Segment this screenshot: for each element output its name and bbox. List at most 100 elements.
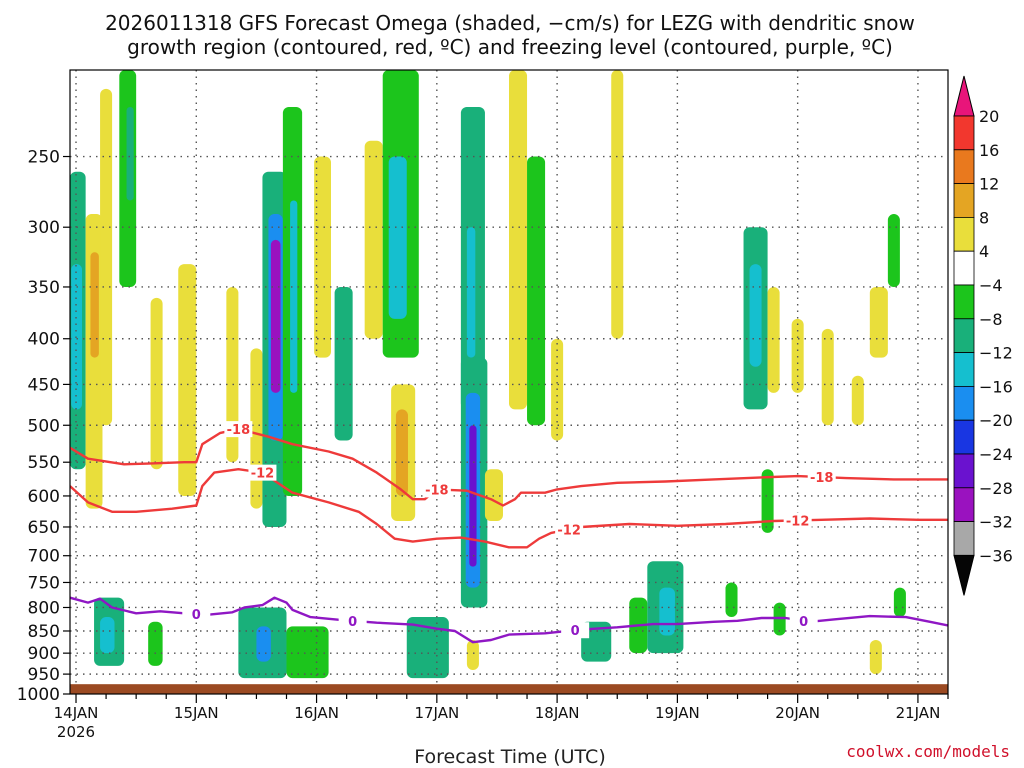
colorbar-segment xyxy=(953,521,975,556)
contour-label: 0 xyxy=(348,615,357,630)
omega-cell xyxy=(725,582,738,618)
y-tick-label: 500 xyxy=(28,416,60,436)
contour-label: 0 xyxy=(799,615,808,630)
y-tick-label: 700 xyxy=(28,547,60,567)
colorbar-label: −8 xyxy=(979,310,1003,329)
omega-cell xyxy=(509,70,528,410)
x-tick-label: 15JAN xyxy=(174,704,219,722)
omega-cell xyxy=(659,587,675,636)
omega-colorbar: 20 16 12 8 4 −4 −8 −12 −16 −20 −24 −28 −32 −36 xyxy=(953,75,1013,596)
colorbar-segment xyxy=(953,149,975,185)
contour-label: -18 xyxy=(425,483,449,498)
y-tick-label: 650 xyxy=(28,518,60,538)
omega-cell xyxy=(334,286,353,441)
colorbar-label: −20 xyxy=(979,411,1013,430)
y-tick-label: 800 xyxy=(28,598,60,618)
omega-cell xyxy=(364,140,383,339)
x-tick-sublabel: 2026 xyxy=(57,723,95,741)
contour-label: -12 xyxy=(557,523,581,538)
omega-cell xyxy=(314,156,331,358)
omega-cell xyxy=(484,469,503,521)
omega-cell xyxy=(527,156,546,426)
colorbar-label: −36 xyxy=(979,546,1013,565)
omega-cell xyxy=(851,375,864,426)
omega-cell xyxy=(256,626,271,662)
contour-label: -12 xyxy=(786,514,810,529)
x-tick-label: 18JAN xyxy=(535,704,580,722)
omega-cell xyxy=(611,70,624,339)
source-credit: coolwx.com/models xyxy=(846,742,1010,761)
colorbar-label: −16 xyxy=(979,377,1013,396)
colorbar-segment xyxy=(953,284,975,320)
contour-label: -18 xyxy=(810,471,834,486)
chart-title-line-1: 2026011318 GFS Forecast Omega (shaded, −… xyxy=(105,11,915,35)
y-tick-label: 550 xyxy=(28,453,60,473)
omega-cell xyxy=(388,156,407,319)
colorbar-bottom-arrow xyxy=(953,554,975,596)
omega-cell xyxy=(469,425,477,567)
colorbar-label: 16 xyxy=(979,141,999,160)
colorbar-label: 8 xyxy=(979,208,989,227)
colorbar-segment xyxy=(953,385,975,421)
x-tick-label: 19JAN xyxy=(655,704,700,722)
omega-cell xyxy=(791,318,804,393)
omega-cell xyxy=(767,286,780,393)
y-tick-label: 750 xyxy=(28,573,60,593)
colorbar-label: −32 xyxy=(979,513,1013,532)
y-tick-label: 900 xyxy=(28,644,60,664)
colorbar-top-arrow xyxy=(953,75,975,117)
y-tick-label: 300 xyxy=(28,218,60,238)
omega-cell xyxy=(126,106,134,201)
pressure-axis: 2503003504004505005506006507007508008509… xyxy=(17,148,70,705)
y-tick-label: 850 xyxy=(28,622,60,642)
terrain-ground xyxy=(70,684,948,694)
omega-cell xyxy=(270,239,281,393)
colorbar-segment xyxy=(953,216,975,252)
y-tick-label: 950 xyxy=(28,665,60,685)
y-tick-label: 250 xyxy=(28,148,60,168)
colorbar-segment xyxy=(953,115,975,151)
colorbar-label: 20 xyxy=(979,107,999,126)
omega-cell xyxy=(150,297,163,470)
y-tick-label: 600 xyxy=(28,487,60,507)
colorbar-segment xyxy=(953,250,975,286)
omega-cell xyxy=(869,286,888,358)
omega-cell xyxy=(100,617,115,654)
colorbar-segment xyxy=(953,419,975,455)
colorbar-segment xyxy=(953,183,975,218)
x-tick-label: 20JAN xyxy=(775,704,820,722)
omega-cell xyxy=(466,640,479,671)
omega-cell xyxy=(821,328,834,426)
omega-cell xyxy=(395,409,408,496)
x-axis-label: Forecast Time (UTC) xyxy=(414,746,605,768)
colorbar-segment xyxy=(953,352,975,387)
x-tick-label: 17JAN xyxy=(414,704,459,722)
omega-cell xyxy=(869,640,882,675)
y-tick-label: 400 xyxy=(28,330,60,350)
omega-cell xyxy=(100,88,113,426)
contour-label: 0 xyxy=(571,624,580,639)
colorbar-segment xyxy=(953,318,975,353)
colorbar-segment xyxy=(953,453,975,489)
omega-cell xyxy=(148,621,163,666)
omega-cell xyxy=(286,626,329,679)
omega-time-height-chart: 2026011318 GFS Forecast Omega (shaded, −… xyxy=(17,11,1013,768)
y-tick-label: 1000 xyxy=(17,685,60,705)
omega-cell xyxy=(290,200,298,393)
contour-label: -12 xyxy=(251,467,275,482)
x-tick-label: 16JAN xyxy=(294,704,339,722)
colorbar-label: −28 xyxy=(979,479,1013,498)
colorbar-label: 4 xyxy=(979,242,989,261)
contour-label: -18 xyxy=(227,423,251,438)
contour-label: 0 xyxy=(192,608,201,623)
y-tick-label: 350 xyxy=(28,278,60,298)
omega-cell xyxy=(90,252,99,358)
colorbar-label: 12 xyxy=(979,175,999,194)
omega-cell xyxy=(893,587,906,618)
x-tick-label: 21JAN xyxy=(896,704,941,722)
colorbar-segment xyxy=(953,487,975,522)
omega-cell xyxy=(749,264,762,367)
time-axis: 14JAN2026 15JAN 16JAN 17JAN 18JAN 19JAN 20JAN 2… xyxy=(54,694,949,741)
colorbar-label: −12 xyxy=(979,344,1013,363)
colorbar-label: −24 xyxy=(979,445,1013,464)
